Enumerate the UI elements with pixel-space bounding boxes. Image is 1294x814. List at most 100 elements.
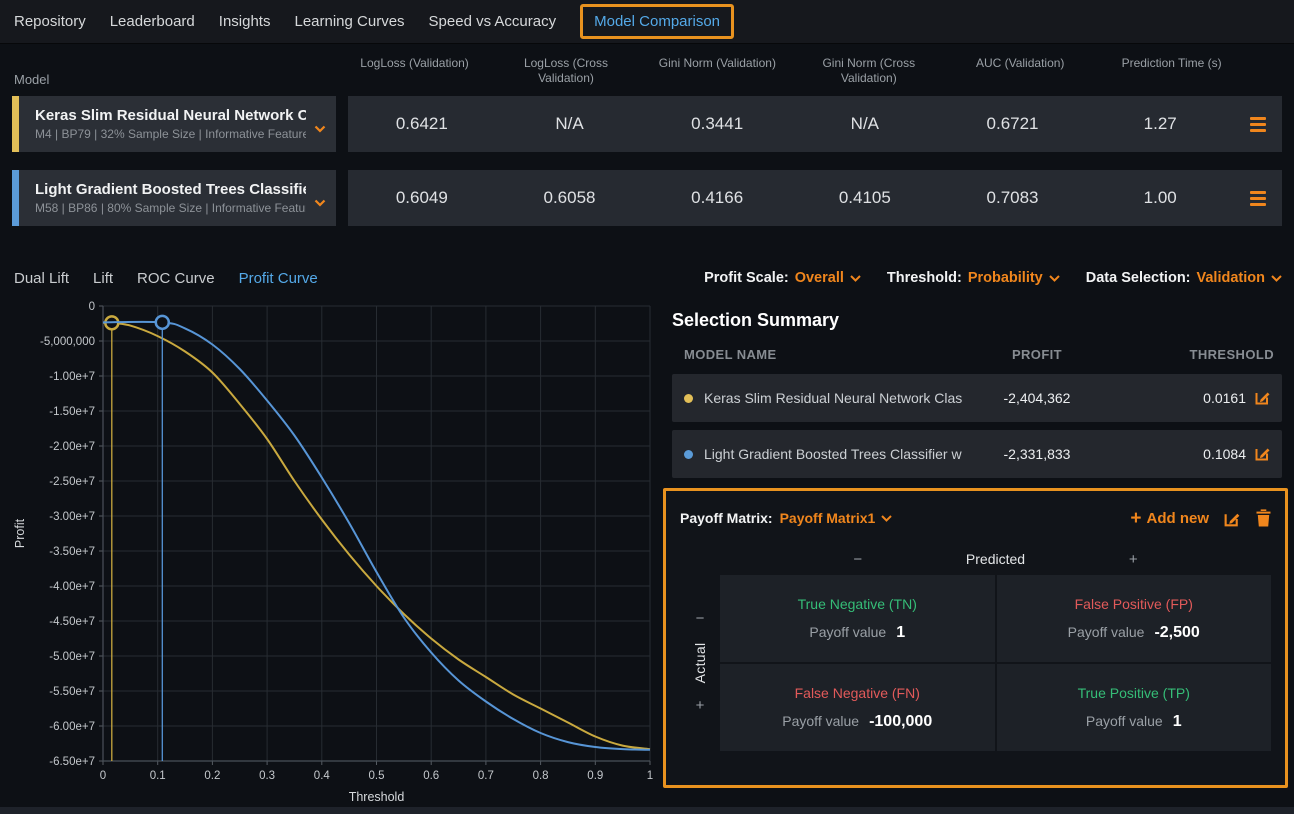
profit-scale-label: Profit Scale:	[704, 270, 789, 286]
metric-prediction-time: 1.00	[1086, 188, 1234, 208]
model-selector-lgbm[interactable]: Light Gradient Boosted Trees Classifier …	[12, 170, 336, 226]
nav-item-leaderboard[interactable]: Leaderboard	[110, 13, 195, 30]
profit-scale-dropdown[interactable]: Profit Scale: Overall	[704, 269, 861, 287]
payoff-cell-true-positive[interactable]: True Positive (TP) Payoff value 1	[997, 664, 1272, 751]
top-nav: Repository Leaderboard Insights Learning…	[0, 0, 1294, 44]
payoff-value-label: Payoff value	[1068, 624, 1145, 640]
y-tick-label: 0	[89, 301, 95, 313]
y-tick-label: -6.00e+7	[49, 721, 95, 733]
chevron-down-icon[interactable]	[314, 194, 326, 212]
selection-summary-title: Selection Summary	[672, 310, 1294, 331]
nav-item-learning-curves[interactable]: Learning Curves	[294, 13, 404, 30]
summary-col-profit: PROFIT	[962, 347, 1112, 362]
payoff-matrix-grid: − + Actual True Negative (TN) Payoff val…	[680, 575, 1271, 751]
column-header-logloss-cross-validation: LogLoss (Cross Validation)	[490, 56, 641, 87]
model-row-lgbm: Light Gradient Boosted Trees Classifier …	[0, 170, 1294, 226]
tab-profit-curve-active[interactable]: Profit Curve	[239, 270, 318, 287]
summary-model-name: Keras Slim Residual Neural Network Class…	[704, 390, 962, 406]
payoff-value-label: Payoff value	[1086, 713, 1163, 729]
main-content: Dual Lift Lift ROC Curve Profit Curve 0 0…	[0, 256, 1294, 811]
model-name: Light Gradient Boosted Trees Classifier …	[35, 181, 306, 198]
y-tick-label: -6.50e+7	[49, 756, 95, 768]
chevron-down-icon[interactable]	[314, 120, 326, 138]
metric-values-row: 0.6049 0.6058 0.4166 0.4105 0.7083 1.00	[348, 170, 1282, 226]
data-selection-value: Validation	[1197, 270, 1266, 286]
chevron-down-icon	[1049, 269, 1060, 287]
nav-item-repository[interactable]: Repository	[14, 13, 86, 30]
hamburger-menu-icon[interactable]	[1234, 191, 1282, 206]
model-selector-keras[interactable]: Keras Slim Residual Neural Network Class…	[12, 96, 336, 152]
tab-roc-curve[interactable]: ROC Curve	[137, 270, 215, 287]
summary-table-header: MODEL NAME PROFIT THRESHOLD	[660, 347, 1294, 374]
metric-logloss-validation: 0.6049	[348, 188, 496, 208]
x-tick-label: 0.4	[314, 770, 331, 782]
x-tick-label: 0.5	[369, 770, 385, 782]
nav-item-insights[interactable]: Insights	[219, 13, 271, 30]
x-tick-label: 1	[647, 770, 653, 782]
comparison-table-header: Model LogLoss (Validation) LogLoss (Cros…	[0, 44, 1294, 96]
metric-gini-cross-validation: N/A	[791, 114, 939, 134]
metric-column-headers: LogLoss (Validation) LogLoss (Cross Vali…	[339, 56, 1247, 87]
threshold-dropdown[interactable]: Threshold: Probability	[887, 269, 1060, 287]
payoff-matrix-header: Payoff Matrix: Payoff Matrix1 + Add new	[680, 503, 1271, 533]
edit-pencil-icon[interactable]	[1223, 509, 1242, 528]
tab-lift[interactable]: Lift	[93, 270, 113, 287]
data-selection-dropdown[interactable]: Data Selection: Validation	[1086, 269, 1282, 287]
payoff-value: 1	[896, 624, 905, 642]
y-tick-label: -3.50e+7	[49, 546, 95, 558]
tab-dual-lift[interactable]: Dual Lift	[14, 270, 69, 287]
predicted-axis-row: − + Predicted	[680, 547, 1271, 571]
series-color-dot	[684, 450, 693, 459]
metric-logloss-cross-validation: N/A	[496, 114, 644, 134]
x-tick-label: 0	[100, 770, 106, 782]
model-row-keras: Keras Slim Residual Neural Network Class…	[0, 96, 1294, 152]
chart-column: Dual Lift Lift ROC Curve Profit Curve 0 0…	[0, 256, 660, 811]
metric-auc-validation: 0.6721	[939, 114, 1087, 134]
trash-icon[interactable]	[1256, 509, 1271, 527]
metric-prediction-time: 1.27	[1086, 114, 1234, 134]
payoff-value: -2,500	[1154, 624, 1199, 642]
bottom-scrollbar-track[interactable]	[0, 807, 1294, 814]
column-header-prediction-time: Prediction Time (s)	[1096, 56, 1247, 87]
threshold-label: Threshold:	[887, 270, 962, 286]
summary-profit-value: -2,331,833	[962, 446, 1112, 462]
chevron-down-icon	[850, 269, 861, 287]
payoff-cell-true-negative[interactable]: True Negative (TN) Payoff value 1	[720, 575, 995, 662]
model-subtitle: M4 | BP79 | 32% Sample Size | Informativ…	[35, 127, 306, 141]
threshold-marker-lgbm[interactable]	[156, 316, 169, 329]
chevron-down-icon[interactable]	[881, 509, 892, 527]
cell-title: True Positive (TP)	[1078, 685, 1190, 701]
nav-item-speed-vs-accuracy[interactable]: Speed vs Accuracy	[429, 13, 557, 30]
y-tick-label: -4.00e+7	[49, 581, 95, 593]
profit-curve-chart: 00.10.20.30.40.50.60.70.80.910-5,000,000…	[0, 300, 660, 806]
x-tick-label: 0.3	[259, 770, 275, 782]
metric-gini-validation: 0.3441	[643, 114, 791, 134]
payoff-value: 1	[1173, 713, 1182, 731]
hamburger-menu-icon[interactable]	[1234, 117, 1282, 132]
metric-logloss-validation: 0.6421	[348, 114, 496, 134]
summary-col-model-name: MODEL NAME	[684, 347, 962, 362]
threshold-value: Probability	[968, 270, 1043, 286]
add-new-payoff-button[interactable]: + Add new	[1130, 509, 1209, 528]
metric-gini-validation: 0.4166	[643, 188, 791, 208]
edit-pencil-icon[interactable]	[1254, 444, 1272, 465]
payoff-cell-false-positive[interactable]: False Positive (FP) Payoff value -2,500	[997, 575, 1272, 662]
payoff-cell-false-negative[interactable]: False Negative (FN) Payoff value -100,00…	[720, 664, 995, 751]
y-tick-label: -5,000,000	[40, 336, 95, 348]
model-comparison-page: Repository Leaderboard Insights Learning…	[0, 0, 1294, 814]
edit-pencil-icon[interactable]	[1254, 388, 1272, 409]
summary-threshold-value: 0.1084	[1203, 446, 1246, 462]
x-tick-label: 0.1	[150, 770, 166, 782]
metric-logloss-cross-validation: 0.6058	[496, 188, 644, 208]
y-axis-title: Profit	[13, 518, 27, 548]
payoff-matrix-panel: Payoff Matrix: Payoff Matrix1 + Add new …	[663, 488, 1288, 788]
summary-row-lgbm: Light Gradient Boosted Trees Classifier …	[672, 430, 1282, 478]
cell-title: True Negative (TN)	[798, 596, 917, 612]
payoff-matrix-select[interactable]: Payoff Matrix1	[780, 510, 876, 526]
nav-item-model-comparison-active[interactable]: Model Comparison	[580, 4, 734, 39]
x-tick-label: 0.7	[478, 770, 494, 782]
data-selection-label: Data Selection:	[1086, 270, 1191, 286]
chart-controls: Profit Scale: Overall Threshold: Probabi…	[660, 256, 1294, 300]
x-tick-label: 0.8	[533, 770, 549, 782]
profit-scale-value: Overall	[795, 270, 844, 286]
